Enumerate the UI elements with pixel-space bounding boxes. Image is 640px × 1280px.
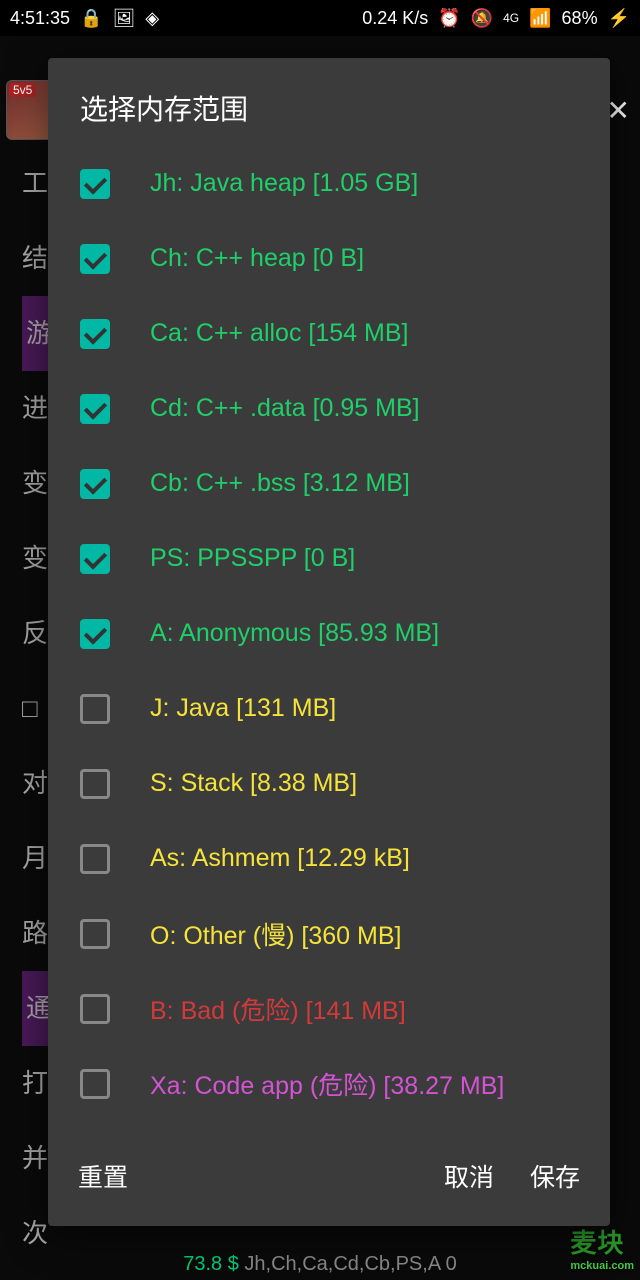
- dialog-title: 选择内存范围: [48, 58, 610, 146]
- memory-range-label: Ch: C++ heap [0 B]: [150, 244, 364, 273]
- cancel-button[interactable]: 取消: [426, 1150, 512, 1202]
- mute-icon: 🔕: [471, 8, 493, 29]
- image-icon: 🖼: [112, 8, 135, 29]
- checkbox[interactable]: [80, 694, 110, 724]
- status-netspeed: 0.24 K/s: [362, 8, 428, 29]
- memory-range-row[interactable]: Jh: Java heap [1.05 GB]: [66, 146, 592, 221]
- memory-range-label: Cb: C++ .bss [3.12 MB]: [150, 469, 410, 498]
- memory-range-row[interactable]: J: Java [131 MB]: [66, 671, 592, 746]
- app-icon: ◈: [145, 8, 159, 29]
- dialog-button-bar: 重置 取消 保存: [48, 1132, 610, 1226]
- memory-range-row[interactable]: Xs: Code system (危险) [122 MB]: [66, 1121, 592, 1132]
- watermark: 麦块 mckuai.com: [570, 1223, 634, 1272]
- checkbox[interactable]: [80, 244, 110, 274]
- memory-range-label: O: Other (慢) [360 MB]: [150, 916, 401, 952]
- checkbox[interactable]: [80, 169, 110, 199]
- checkbox[interactable]: [80, 919, 110, 949]
- memory-range-row[interactable]: As: Ashmem [12.29 kB]: [66, 821, 592, 896]
- status-signal: 4G: [503, 11, 519, 25]
- checkbox[interactable]: [80, 469, 110, 499]
- charging-icon: ⚡: [608, 8, 630, 29]
- memory-range-row[interactable]: Cb: C++ .bss [3.12 MB]: [66, 446, 592, 521]
- memory-range-label: S: Stack [8.38 MB]: [150, 769, 357, 798]
- memory-range-row[interactable]: O: Other (慢) [360 MB]: [66, 896, 592, 971]
- memory-range-list: Jh: Java heap [1.05 GB] Ch: C++ heap [0 B…: [48, 146, 610, 1132]
- checkbox[interactable]: [80, 544, 110, 574]
- memory-range-row[interactable]: Xa: Code app (危险) [38.27 MB]: [66, 1046, 592, 1121]
- memory-range-label: Ca: C++ alloc [154 MB]: [150, 319, 408, 348]
- checkbox[interactable]: [80, 1069, 110, 1099]
- close-icon[interactable]: ✕: [607, 94, 630, 127]
- checkbox[interactable]: [80, 319, 110, 349]
- checkbox[interactable]: [80, 994, 110, 1024]
- status-battery: 68%: [562, 8, 598, 29]
- reset-button[interactable]: 重置: [60, 1150, 146, 1202]
- checkbox[interactable]: [80, 769, 110, 799]
- memory-range-label: J: Java [131 MB]: [150, 694, 336, 723]
- status-time: 4:51:35: [10, 8, 70, 29]
- signal-icon: 📶: [529, 8, 551, 29]
- memory-range-label: B: Bad (危险) [141 MB]: [150, 991, 406, 1027]
- memory-range-label: A: Anonymous [85.93 MB]: [150, 619, 439, 648]
- memory-range-row[interactable]: Ca: C++ alloc [154 MB]: [66, 296, 592, 371]
- memory-range-label: PS: PPSSPP [0 B]: [150, 544, 355, 573]
- lock-icon: 🔒: [80, 8, 102, 29]
- memory-range-row[interactable]: PS: PPSSPP [0 B]: [66, 521, 592, 596]
- alarm-icon: ⏰: [438, 8, 460, 29]
- checkbox[interactable]: [80, 619, 110, 649]
- memory-range-label: Cd: C++ .data [0.95 MB]: [150, 394, 420, 423]
- memory-range-label: Xa: Code app (危险) [38.27 MB]: [150, 1066, 504, 1102]
- save-button[interactable]: 保存: [512, 1150, 598, 1202]
- memory-range-label: As: Ashmem [12.29 kB]: [150, 844, 410, 873]
- memory-range-label: Jh: Java heap [1.05 GB]: [150, 169, 418, 198]
- footer-bar: 73.8 $ Jh,Ch,Ca,Cd,Cb,PS,A 0: [0, 1253, 640, 1276]
- checkbox[interactable]: [80, 844, 110, 874]
- status-bar: 4:51:35 🔒 🖼 ◈ 0.24 K/s ⏰ 🔕 4G 📶 68% ⚡: [0, 0, 640, 36]
- memory-range-row[interactable]: S: Stack [8.38 MB]: [66, 746, 592, 821]
- checkbox[interactable]: [80, 394, 110, 424]
- memory-range-row[interactable]: A: Anonymous [85.93 MB]: [66, 596, 592, 671]
- memory-range-row[interactable]: B: Bad (危险) [141 MB]: [66, 971, 592, 1046]
- memory-range-row[interactable]: Cd: C++ .data [0.95 MB]: [66, 371, 592, 446]
- memory-range-row[interactable]: Ch: C++ heap [0 B]: [66, 221, 592, 296]
- memory-range-dialog: 选择内存范围 Jh: Java heap [1.05 GB] Ch: C++ he…: [48, 58, 610, 1226]
